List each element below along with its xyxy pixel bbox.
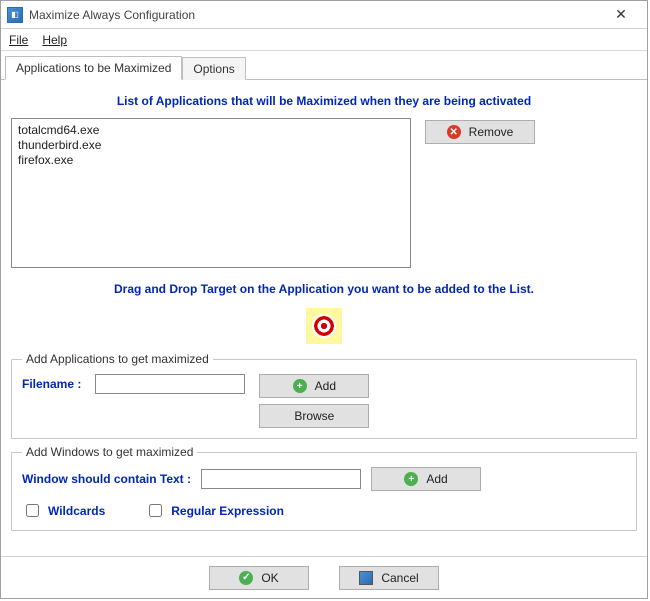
plus-icon: + <box>404 472 418 486</box>
add-app-button[interactable]: + Add <box>259 374 369 398</box>
heading-drag: Drag and Drop Target on the Application … <box>11 282 637 296</box>
browse-button[interactable]: Browse <box>259 404 369 428</box>
remove-button[interactable]: ✕ Remove <box>425 120 535 144</box>
applications-listbox[interactable]: totalcmd64.exethunderbird.exefirefox.exe <box>11 118 411 268</box>
heading-list: List of Applications that will be Maximi… <box>11 94 637 108</box>
menu-help[interactable]: Help <box>42 33 67 47</box>
list-row: totalcmd64.exethunderbird.exefirefox.exe… <box>11 118 637 268</box>
filename-label: Filename : <box>22 374 81 391</box>
drag-target-box <box>306 308 342 344</box>
wildcards-label: Wildcards <box>48 504 105 518</box>
add-app-label: Add <box>315 379 336 393</box>
app-window: ◧ Maximize Always Configuration ✕ File H… <box>0 0 648 599</box>
list-item[interactable]: firefox.exe <box>18 153 404 168</box>
titlebar: ◧ Maximize Always Configuration ✕ <box>1 1 647 29</box>
target-icon[interactable] <box>312 314 336 338</box>
tab-content: List of Applications that will be Maximi… <box>1 80 647 556</box>
list-item[interactable]: totalcmd64.exe <box>18 123 404 138</box>
plus-icon: + <box>293 379 307 393</box>
fieldset-add-applications: Add Applications to get maximized Filena… <box>11 352 637 439</box>
regex-checkbox[interactable]: Regular Expression <box>145 501 284 520</box>
ok-button[interactable]: ✓ OK <box>209 566 309 590</box>
tab-strip: Applications to be Maximized Options <box>1 55 647 80</box>
list-item[interactable]: thunderbird.exe <box>18 138 404 153</box>
ok-label: OK <box>261 571 278 585</box>
footer: ✓ OK Cancel <box>1 556 647 598</box>
regex-label: Regular Expression <box>171 504 284 518</box>
regex-checkbox-input[interactable] <box>149 504 162 517</box>
fs1-legend: Add Applications to get maximized <box>22 352 213 366</box>
exit-icon <box>359 571 373 585</box>
fieldset-add-windows: Add Windows to get maximized Window shou… <box>11 445 637 531</box>
cancel-label: Cancel <box>381 571 418 585</box>
filename-input[interactable] <box>95 374 245 394</box>
window-text-label: Window should contain Text : <box>22 472 191 486</box>
remove-label: Remove <box>469 125 514 139</box>
menu-file[interactable]: File <box>9 33 28 47</box>
tab-options[interactable]: Options <box>182 57 245 80</box>
browse-label: Browse <box>294 409 334 423</box>
wildcards-checkbox[interactable]: Wildcards <box>22 501 105 520</box>
fs2-legend: Add Windows to get maximized <box>22 445 197 459</box>
window-text-input[interactable] <box>201 469 361 489</box>
tab-applications[interactable]: Applications to be Maximized <box>5 56 182 80</box>
cancel-button[interactable]: Cancel <box>339 566 439 590</box>
wildcards-checkbox-input[interactable] <box>26 504 39 517</box>
add-window-label: Add <box>426 472 447 486</box>
menubar: File Help <box>1 29 647 51</box>
close-button[interactable]: ✕ <box>601 3 641 27</box>
window-title: Maximize Always Configuration <box>29 8 601 22</box>
check-icon: ✓ <box>239 571 253 585</box>
add-window-button[interactable]: + Add <box>371 467 481 491</box>
remove-icon: ✕ <box>447 125 461 139</box>
app-icon: ◧ <box>7 7 23 23</box>
